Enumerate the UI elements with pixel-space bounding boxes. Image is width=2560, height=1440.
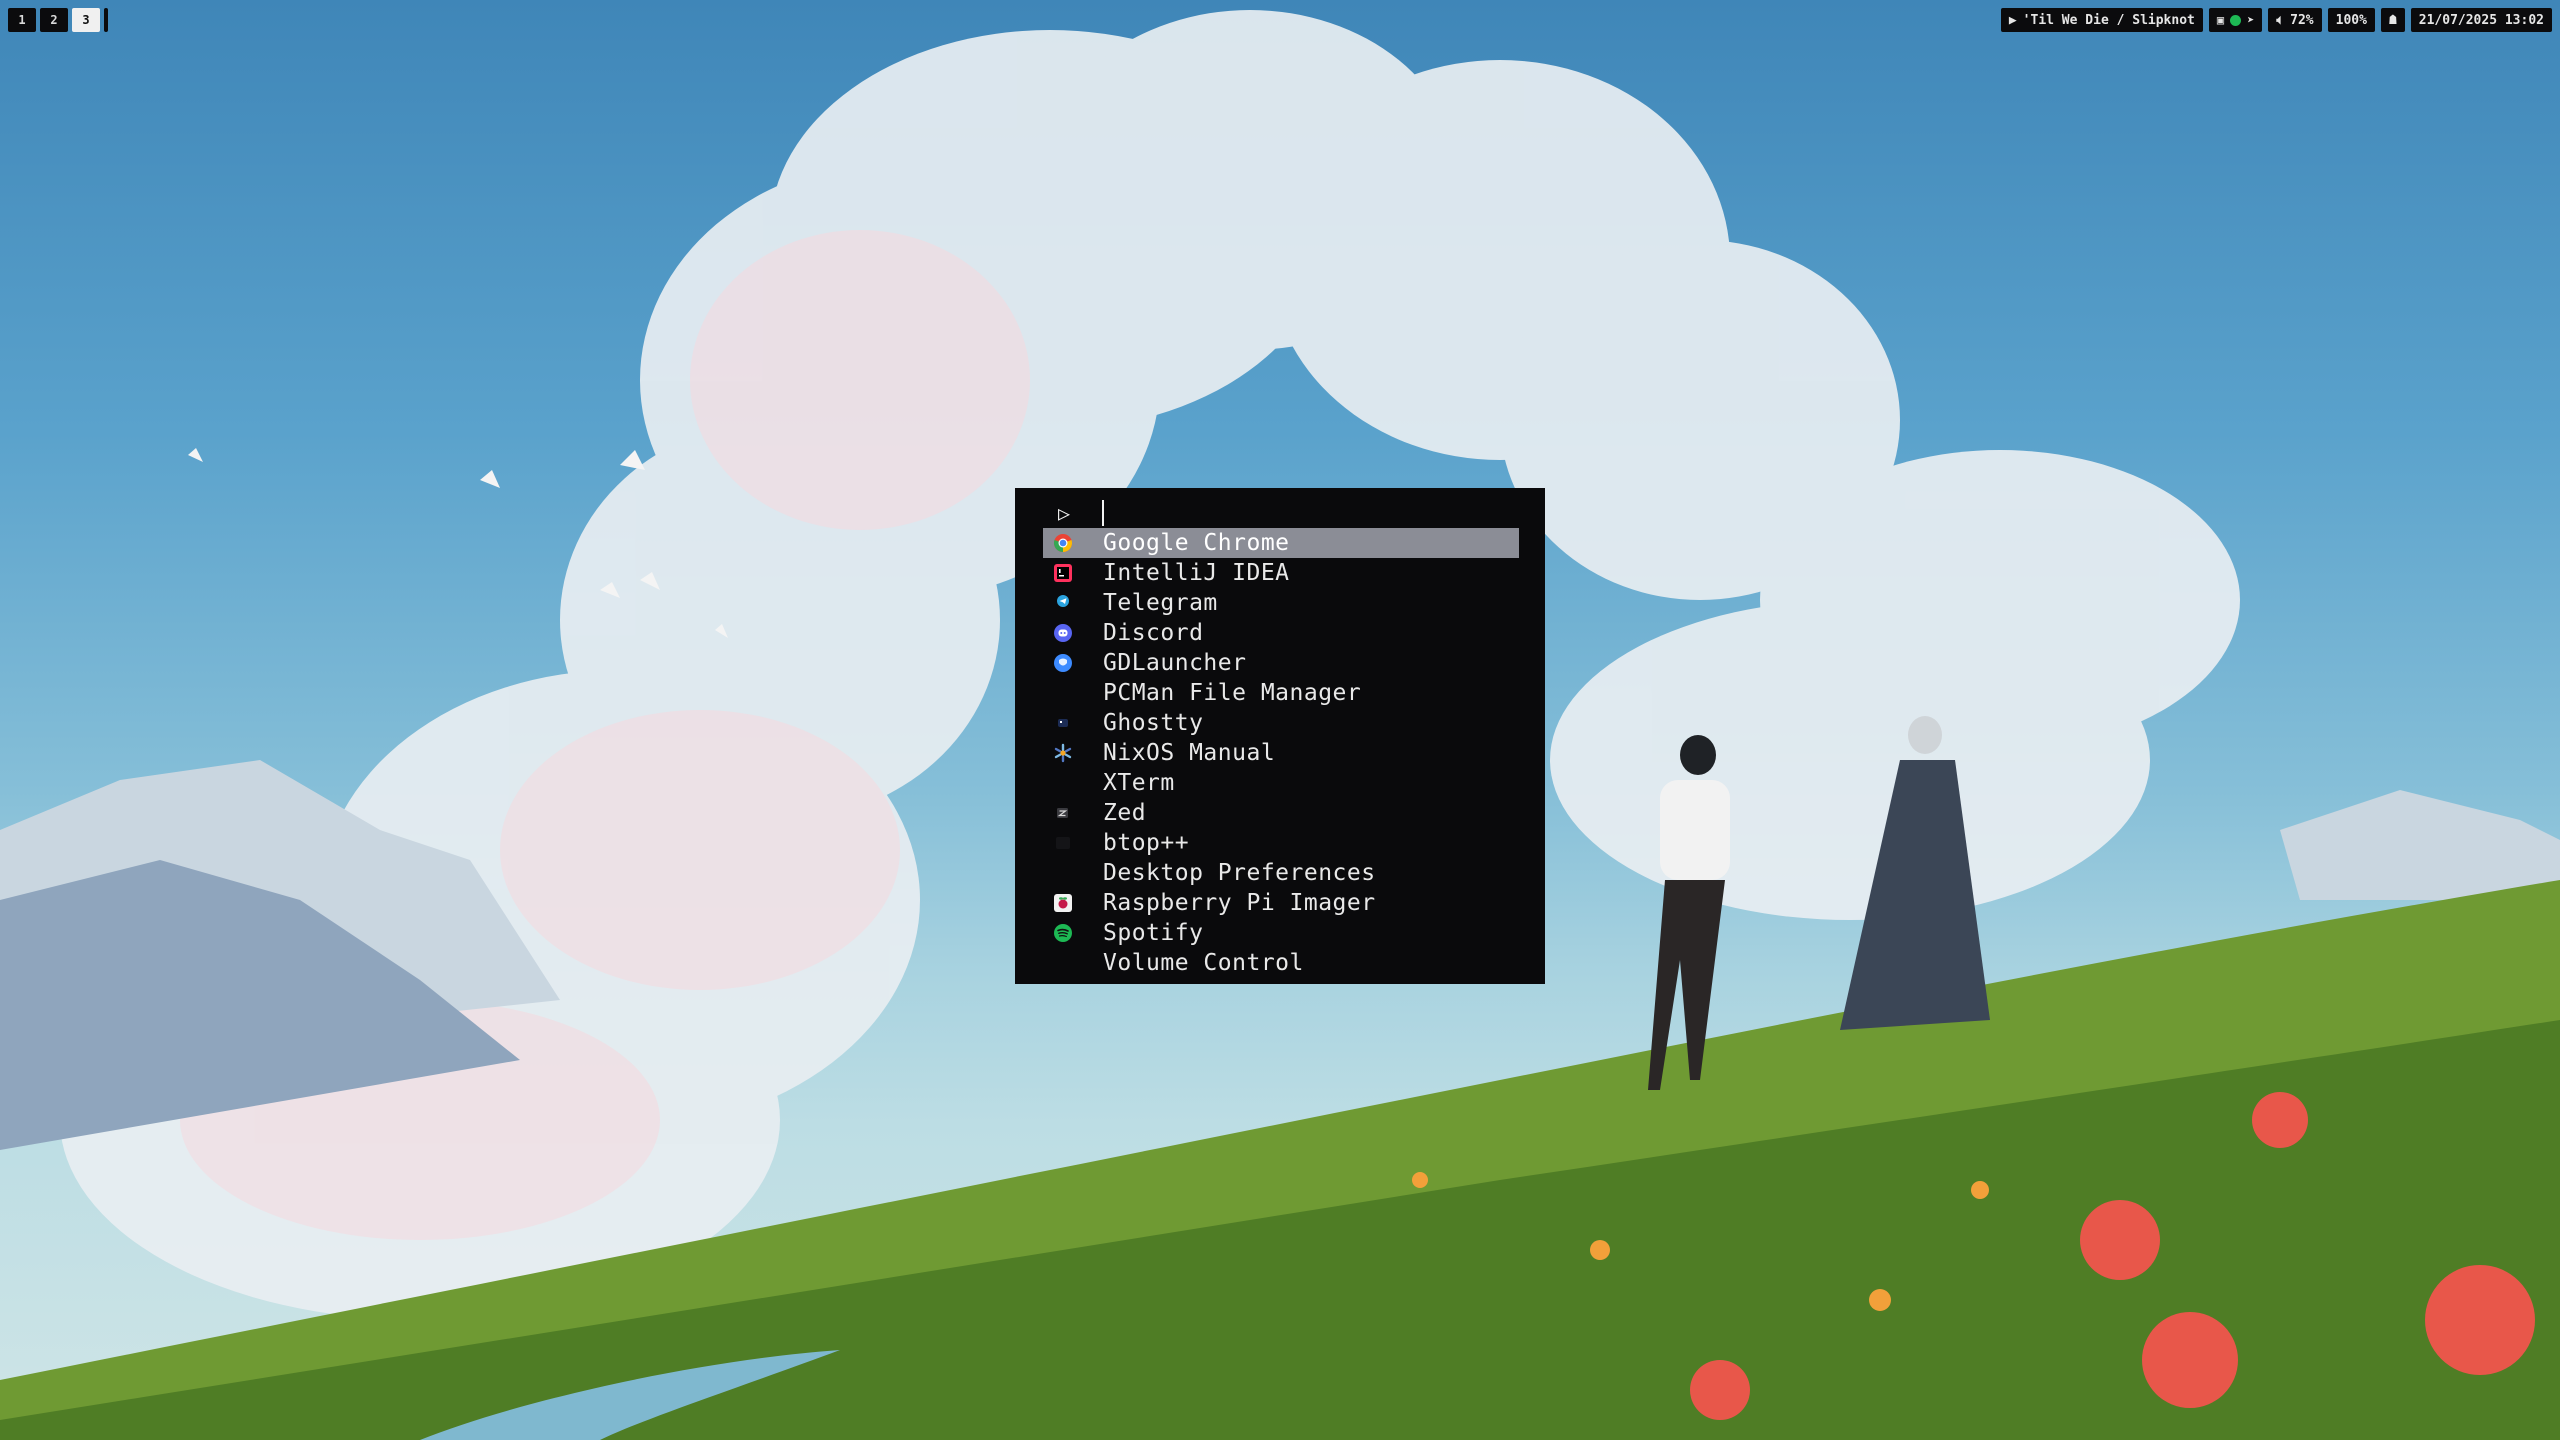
launcher-item-desktop-preferences[interactable]: Desktop Preferences [1043, 858, 1519, 888]
launcher-item-pcman-file-manager[interactable]: PCMan File Manager [1043, 678, 1519, 708]
launcher-item-spotify[interactable]: Spotify [1043, 918, 1519, 948]
app-launcher: ▷ Google Chrome IntelliJ IDEA Telegram D… [1015, 488, 1545, 984]
chrome-icon [1053, 533, 1073, 553]
launcher-item-label: IntelliJ IDEA [1103, 560, 1290, 586]
discord-icon [1053, 623, 1073, 643]
media-track-label: 'Til We Die / Slipknot [2022, 12, 2195, 28]
intellij-icon [1053, 563, 1073, 583]
launcher-item-label: Spotify [1103, 920, 1204, 946]
text-caret [1102, 500, 1105, 526]
workspace-separator [104, 8, 108, 32]
launcher-item-label: Raspberry Pi Imager [1103, 890, 1376, 916]
play-outline-icon: ▷ [1058, 501, 1071, 525]
status-area: ▶ 'Til We Die / Slipknot ▣ ➤ 🔈︎ 72% 100%… [2000, 8, 2552, 32]
brightness-label: 100% [2335, 12, 2367, 28]
launcher-item-label: Desktop Preferences [1103, 860, 1376, 886]
launcher-item-volume-control[interactable]: Volume Control [1043, 948, 1519, 978]
launcher-item-label: GDLauncher [1103, 650, 1247, 676]
blank-icon [1053, 953, 1073, 973]
brightness-widget[interactable]: 100% [2327, 8, 2375, 32]
workspace-button-2[interactable]: 2 [40, 8, 68, 32]
top-bar: 1 2 3 ▶ 'Til We Die / Slipknot ▣ ➤ 🔈︎ 72… [0, 8, 2560, 34]
clock-widget[interactable]: 21/07/2025 13:02 [2410, 8, 2552, 32]
launcher-item-label: Volume Control [1103, 950, 1304, 976]
launcher-item-gdlauncher[interactable]: GDLauncher [1043, 648, 1519, 678]
launcher-item-label: Google Chrome [1103, 530, 1290, 556]
tray-widget: ▣ ➤ [2208, 8, 2263, 32]
launcher-item-raspberry-pi-imager[interactable]: Raspberry Pi Imager [1043, 888, 1519, 918]
volume-widget[interactable]: 🔈︎ 72% [2268, 8, 2322, 32]
launcher-item-nixos-manual[interactable]: NixOS Manual [1043, 738, 1519, 768]
zed-icon [1053, 803, 1073, 823]
clock-label: 21/07/2025 13:02 [2418, 12, 2544, 28]
workspace-switcher: 1 2 3 [8, 8, 108, 32]
launcher-item-label: Zed [1103, 800, 1147, 826]
launcher-item-label: Discord [1103, 620, 1204, 646]
raspberry-pi-icon [1053, 893, 1073, 913]
launcher-item-google-chrome[interactable]: Google Chrome [1043, 528, 1519, 558]
launcher-item-label: Telegram [1103, 590, 1218, 616]
launcher-item-zed[interactable]: Zed [1043, 798, 1519, 828]
launcher-item-intellij-idea[interactable]: IntelliJ IDEA [1043, 558, 1519, 588]
workspace-button-1[interactable]: 1 [8, 8, 36, 32]
launcher-item-telegram[interactable]: Telegram [1043, 588, 1519, 618]
spotify-icon [1053, 923, 1073, 943]
launcher-item-xterm[interactable]: XTerm [1043, 768, 1519, 798]
launcher-prompt[interactable]: ▷ [1058, 498, 1105, 528]
network-icon: ☗ [2388, 12, 2397, 28]
ghostty-icon [1053, 713, 1073, 733]
launcher-item-btop[interactable]: btop++ [1043, 828, 1519, 858]
workspace-button-3[interactable]: 3 [72, 8, 100, 32]
desktop: 1 2 3 ▶ 'Til We Die / Slipknot ▣ ➤ 🔈︎ 72… [0, 0, 2560, 1440]
gdlauncher-icon [1053, 653, 1073, 673]
btop-icon [1053, 833, 1073, 853]
speaker-icon: 🔈︎ [2276, 12, 2285, 28]
spotify-tray-icon[interactable] [2230, 14, 2242, 26]
launcher-item-label: XTerm [1103, 770, 1175, 796]
media-player-widget[interactable]: ▶ 'Til We Die / Slipknot [2000, 8, 2203, 32]
blank-icon [1053, 773, 1073, 793]
discord-tray-icon[interactable]: ▣ [2217, 13, 2224, 27]
launcher-item-label: PCMan File Manager [1103, 680, 1362, 706]
volume-label: 72% [2290, 12, 2314, 28]
launcher-item-label: NixOS Manual [1103, 740, 1276, 766]
network-widget[interactable]: ☗ [2380, 8, 2405, 32]
launcher-results-list: Google Chrome IntelliJ IDEA Telegram Dis… [1043, 528, 1519, 978]
blank-icon [1053, 863, 1073, 883]
launcher-item-ghostty[interactable]: Ghostty [1043, 708, 1519, 738]
launcher-item-label: Ghostty [1103, 710, 1204, 736]
blank-icon [1053, 683, 1073, 703]
launcher-item-label: btop++ [1103, 830, 1190, 856]
nixos-icon [1053, 743, 1073, 763]
play-icon[interactable]: ▶ [2009, 13, 2017, 28]
telegram-tray-icon[interactable]: ➤ [2247, 13, 2254, 27]
telegram-icon [1053, 593, 1073, 613]
launcher-item-discord[interactable]: Discord [1043, 618, 1519, 648]
